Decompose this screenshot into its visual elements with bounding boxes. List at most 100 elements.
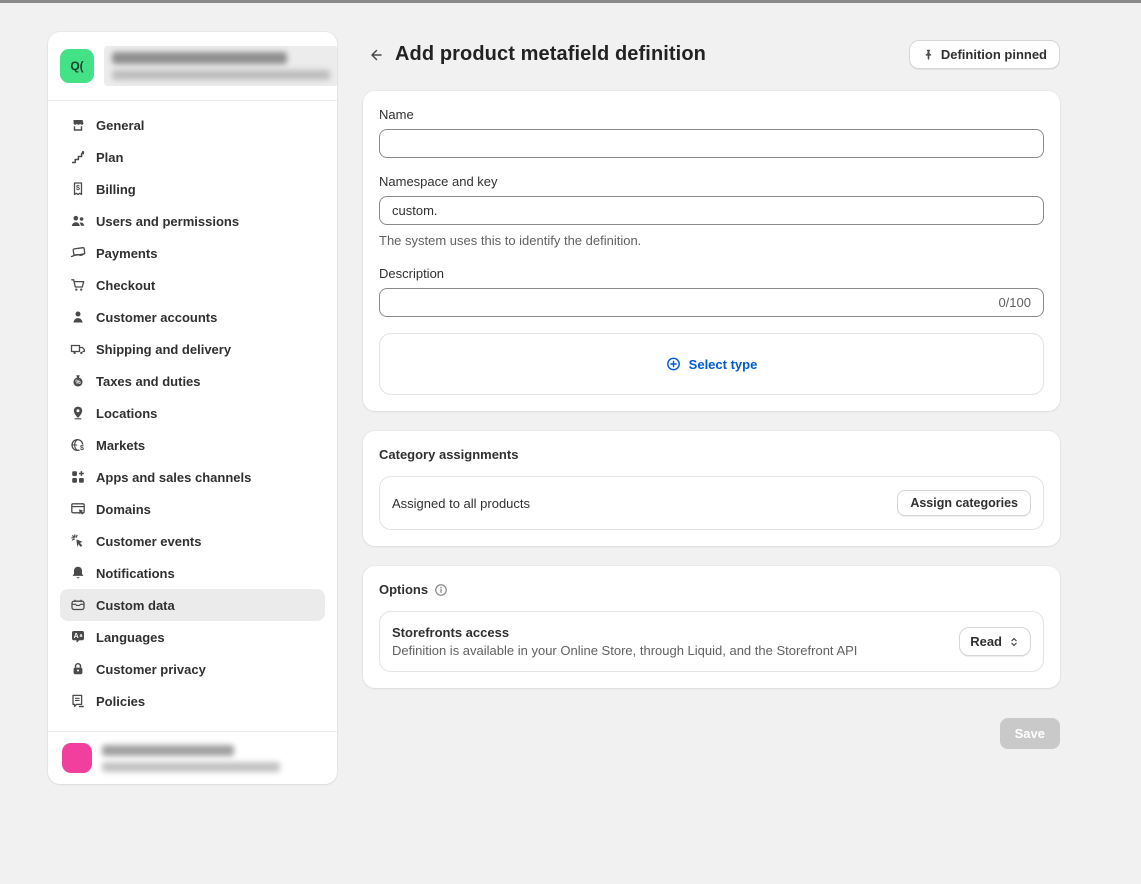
sidebar-item-label: Customer privacy bbox=[96, 662, 206, 677]
namespace-field-group: Namespace and key The system uses this t… bbox=[379, 174, 1044, 248]
storefronts-access-select[interactable]: Read bbox=[959, 627, 1031, 656]
store-name-blur bbox=[112, 52, 287, 64]
store-domain-blur bbox=[112, 70, 330, 80]
sidebar-item-locations[interactable]: Locations bbox=[60, 397, 325, 429]
store-header[interactable]: Q( bbox=[48, 32, 337, 101]
user-email-blur bbox=[102, 762, 280, 772]
svg-text:$: $ bbox=[76, 185, 80, 192]
assign-categories-button[interactable]: Assign categories bbox=[897, 490, 1031, 516]
translate-icon: Aa bbox=[70, 629, 86, 645]
storefronts-access-description: Definition is available in your Online S… bbox=[392, 643, 857, 658]
category-assignments-row: Assigned to all products Assign categori… bbox=[379, 476, 1044, 530]
sidebar-item-customer-accounts[interactable]: Customer accounts bbox=[60, 301, 325, 333]
plus-circle-icon bbox=[666, 357, 681, 372]
checkout-cart-icon bbox=[70, 277, 86, 293]
sidebar-item-label: Markets bbox=[96, 438, 145, 453]
store-avatar: Q( bbox=[60, 49, 94, 83]
sidebar-item-taxes-and-duties[interactable]: % Taxes and duties bbox=[60, 365, 325, 397]
category-assignments-status: Assigned to all products bbox=[392, 496, 530, 511]
description-field-group: Description 0/100 bbox=[379, 266, 1044, 317]
namespace-input[interactable] bbox=[379, 196, 1044, 225]
storefronts-access-value: Read bbox=[970, 634, 1002, 649]
user-name-blur bbox=[102, 745, 234, 756]
definition-pinned-label: Definition pinned bbox=[941, 47, 1047, 62]
save-button[interactable]: Save bbox=[1000, 718, 1060, 749]
namespace-helper-text: The system uses this to identify the def… bbox=[379, 233, 1044, 248]
sidebar-item-label: General bbox=[96, 118, 144, 133]
money-bag-icon: % bbox=[70, 373, 86, 389]
options-card: Options Storefronts access Definition is… bbox=[363, 566, 1060, 688]
sidebar-item-shipping-and-delivery[interactable]: Shipping and delivery bbox=[60, 333, 325, 365]
page-header: Add product metafield definition Definit… bbox=[363, 40, 1060, 69]
description-input[interactable] bbox=[380, 289, 998, 316]
apps-grid-icon bbox=[70, 469, 86, 485]
svg-text:A: A bbox=[74, 633, 79, 640]
storefronts-access-text: Storefronts access Definition is availab… bbox=[392, 625, 857, 658]
sidebar-item-label: Taxes and duties bbox=[96, 374, 201, 389]
bell-icon bbox=[70, 565, 86, 581]
sidebar-item-policies[interactable]: Policies bbox=[60, 685, 325, 717]
map-pin-icon bbox=[70, 405, 86, 421]
sidebar-item-custom-data[interactable]: Custom data bbox=[60, 589, 325, 621]
description-label: Description bbox=[379, 266, 1044, 281]
sidebar-item-plan[interactable]: Plan bbox=[60, 141, 325, 173]
policy-doc-icon bbox=[70, 693, 86, 709]
category-assignments-card: Category assignments Assigned to all pro… bbox=[363, 431, 1060, 546]
sidebar-item-apps-and-sales-channels[interactable]: Apps and sales channels bbox=[60, 461, 325, 493]
sidebar-item-label: Locations bbox=[96, 406, 157, 421]
sidebar-item-markets[interactable]: $ Markets bbox=[60, 429, 325, 461]
sidebar-item-customer-events[interactable]: Customer events bbox=[60, 525, 325, 557]
settings-nav: General Plan $ Billing Users and permiss… bbox=[48, 101, 337, 731]
globe-dollar-icon: $ bbox=[70, 437, 86, 453]
definition-pinned-button[interactable]: Definition pinned bbox=[909, 40, 1060, 69]
sidebar-item-label: Apps and sales channels bbox=[96, 470, 251, 485]
metafield-form-card: Name Namespace and key The system uses t… bbox=[363, 91, 1060, 411]
window-top-strip bbox=[0, 0, 1141, 3]
sidebar-item-notifications[interactable]: Notifications bbox=[60, 557, 325, 589]
sidebar-item-languages[interactable]: Aa Languages bbox=[60, 621, 325, 653]
lock-icon bbox=[70, 661, 86, 677]
save-row: Save bbox=[363, 718, 1060, 749]
sidebar-item-label: Languages bbox=[96, 630, 165, 645]
sidebar-item-label: Billing bbox=[96, 182, 136, 197]
sidebar-item-users-and-permissions[interactable]: Users and permissions bbox=[60, 205, 325, 237]
page-title: Add product metafield definition bbox=[395, 43, 706, 66]
storefronts-access-title: Storefronts access bbox=[392, 625, 857, 640]
user-profile[interactable] bbox=[48, 731, 337, 784]
name-label: Name bbox=[379, 107, 1044, 122]
sidebar-item-label: Notifications bbox=[96, 566, 175, 581]
sidebar-item-label: Users and permissions bbox=[96, 214, 239, 229]
back-button[interactable] bbox=[363, 43, 387, 67]
sidebar-item-payments[interactable]: Payments bbox=[60, 237, 325, 269]
sidebar-item-domains[interactable]: Domains bbox=[60, 493, 325, 525]
back-arrow-icon bbox=[367, 47, 383, 63]
user-info-redacted bbox=[102, 745, 280, 772]
main-content: Add product metafield definition Definit… bbox=[363, 40, 1060, 749]
svg-text:$: $ bbox=[80, 445, 84, 452]
sidebar-item-label: Checkout bbox=[96, 278, 155, 293]
sidebar-item-billing[interactable]: $ Billing bbox=[60, 173, 325, 205]
billing-icon: $ bbox=[70, 181, 86, 197]
sidebar-item-label: Plan bbox=[96, 150, 123, 165]
category-assignments-title: Category assignments bbox=[379, 447, 1044, 462]
storefronts-access-row: Storefronts access Definition is availab… bbox=[379, 611, 1044, 672]
sidebar-item-label: Policies bbox=[96, 694, 145, 709]
select-type-box: Select type bbox=[379, 333, 1044, 395]
name-input[interactable] bbox=[379, 129, 1044, 158]
metaobject-icon bbox=[70, 597, 86, 613]
payments-icon bbox=[70, 245, 86, 261]
info-icon[interactable] bbox=[434, 583, 448, 597]
users-icon bbox=[70, 213, 86, 229]
sidebar-item-checkout[interactable]: Checkout bbox=[60, 269, 325, 301]
sidebar-item-label: Custom data bbox=[96, 598, 175, 613]
name-field-group: Name bbox=[379, 107, 1044, 158]
sidebar-item-general[interactable]: General bbox=[60, 109, 325, 141]
select-type-button[interactable]: Select type bbox=[666, 357, 758, 372]
sidebar-item-label: Customer accounts bbox=[96, 310, 217, 325]
sidebar-item-customer-privacy[interactable]: Customer privacy bbox=[60, 653, 325, 685]
person-icon bbox=[70, 309, 86, 325]
truck-icon bbox=[70, 341, 86, 357]
select-type-label: Select type bbox=[689, 357, 758, 372]
svg-text:a: a bbox=[80, 633, 83, 639]
options-title: Options bbox=[379, 582, 428, 597]
